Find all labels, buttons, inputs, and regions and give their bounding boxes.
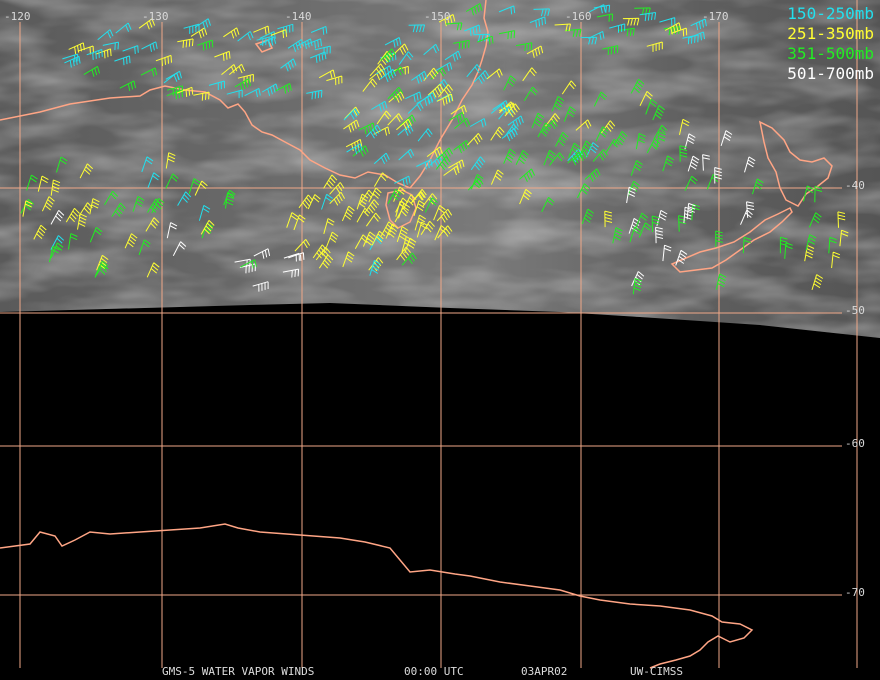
legend-item-351-500: 351-500mb	[787, 44, 874, 63]
satellite-wind-map: -120 -130 -140 -150 -160 -170 -40 -50 -6…	[0, 0, 880, 680]
legend-item-150-250: 150-250mb	[787, 4, 874, 23]
lat-label-50: -50	[845, 304, 865, 317]
footer-source: UW-CIMSS	[630, 665, 683, 678]
map-canvas: -120 -130 -140 -150 -160 -170 -40 -50 -6…	[0, 0, 880, 669]
legend-item-501-700: 501-700mb	[787, 64, 874, 83]
antarctica-coastline	[0, 523, 754, 669]
lon-label-130: -130	[142, 10, 169, 23]
lon-label-150: -150	[424, 10, 451, 23]
lat-label-40: -40	[845, 179, 865, 192]
water-vapor-texture	[0, 0, 880, 338]
lon-label-170: -170	[702, 10, 729, 23]
lat-label-60: -60	[845, 437, 865, 450]
lat-label-70: -70	[845, 586, 865, 599]
pressure-legend: 150-250mb 251-350mb 351-500mb 501-700mb	[787, 4, 874, 84]
footer-date: 03APR02	[521, 665, 568, 678]
legend-item-251-350: 251-350mb	[787, 24, 874, 43]
footer-time: 00:00 UTC	[404, 665, 464, 678]
lon-label-140: -140	[285, 10, 312, 23]
lon-label-120: -120	[4, 10, 31, 23]
lon-label-160: -160	[565, 10, 592, 23]
footer-caption: GMS-5 WATER VAPOR WINDS 00:00 UTC 03APR0…	[0, 665, 880, 679]
footer-product: GMS-5 WATER VAPOR WINDS	[162, 665, 315, 678]
